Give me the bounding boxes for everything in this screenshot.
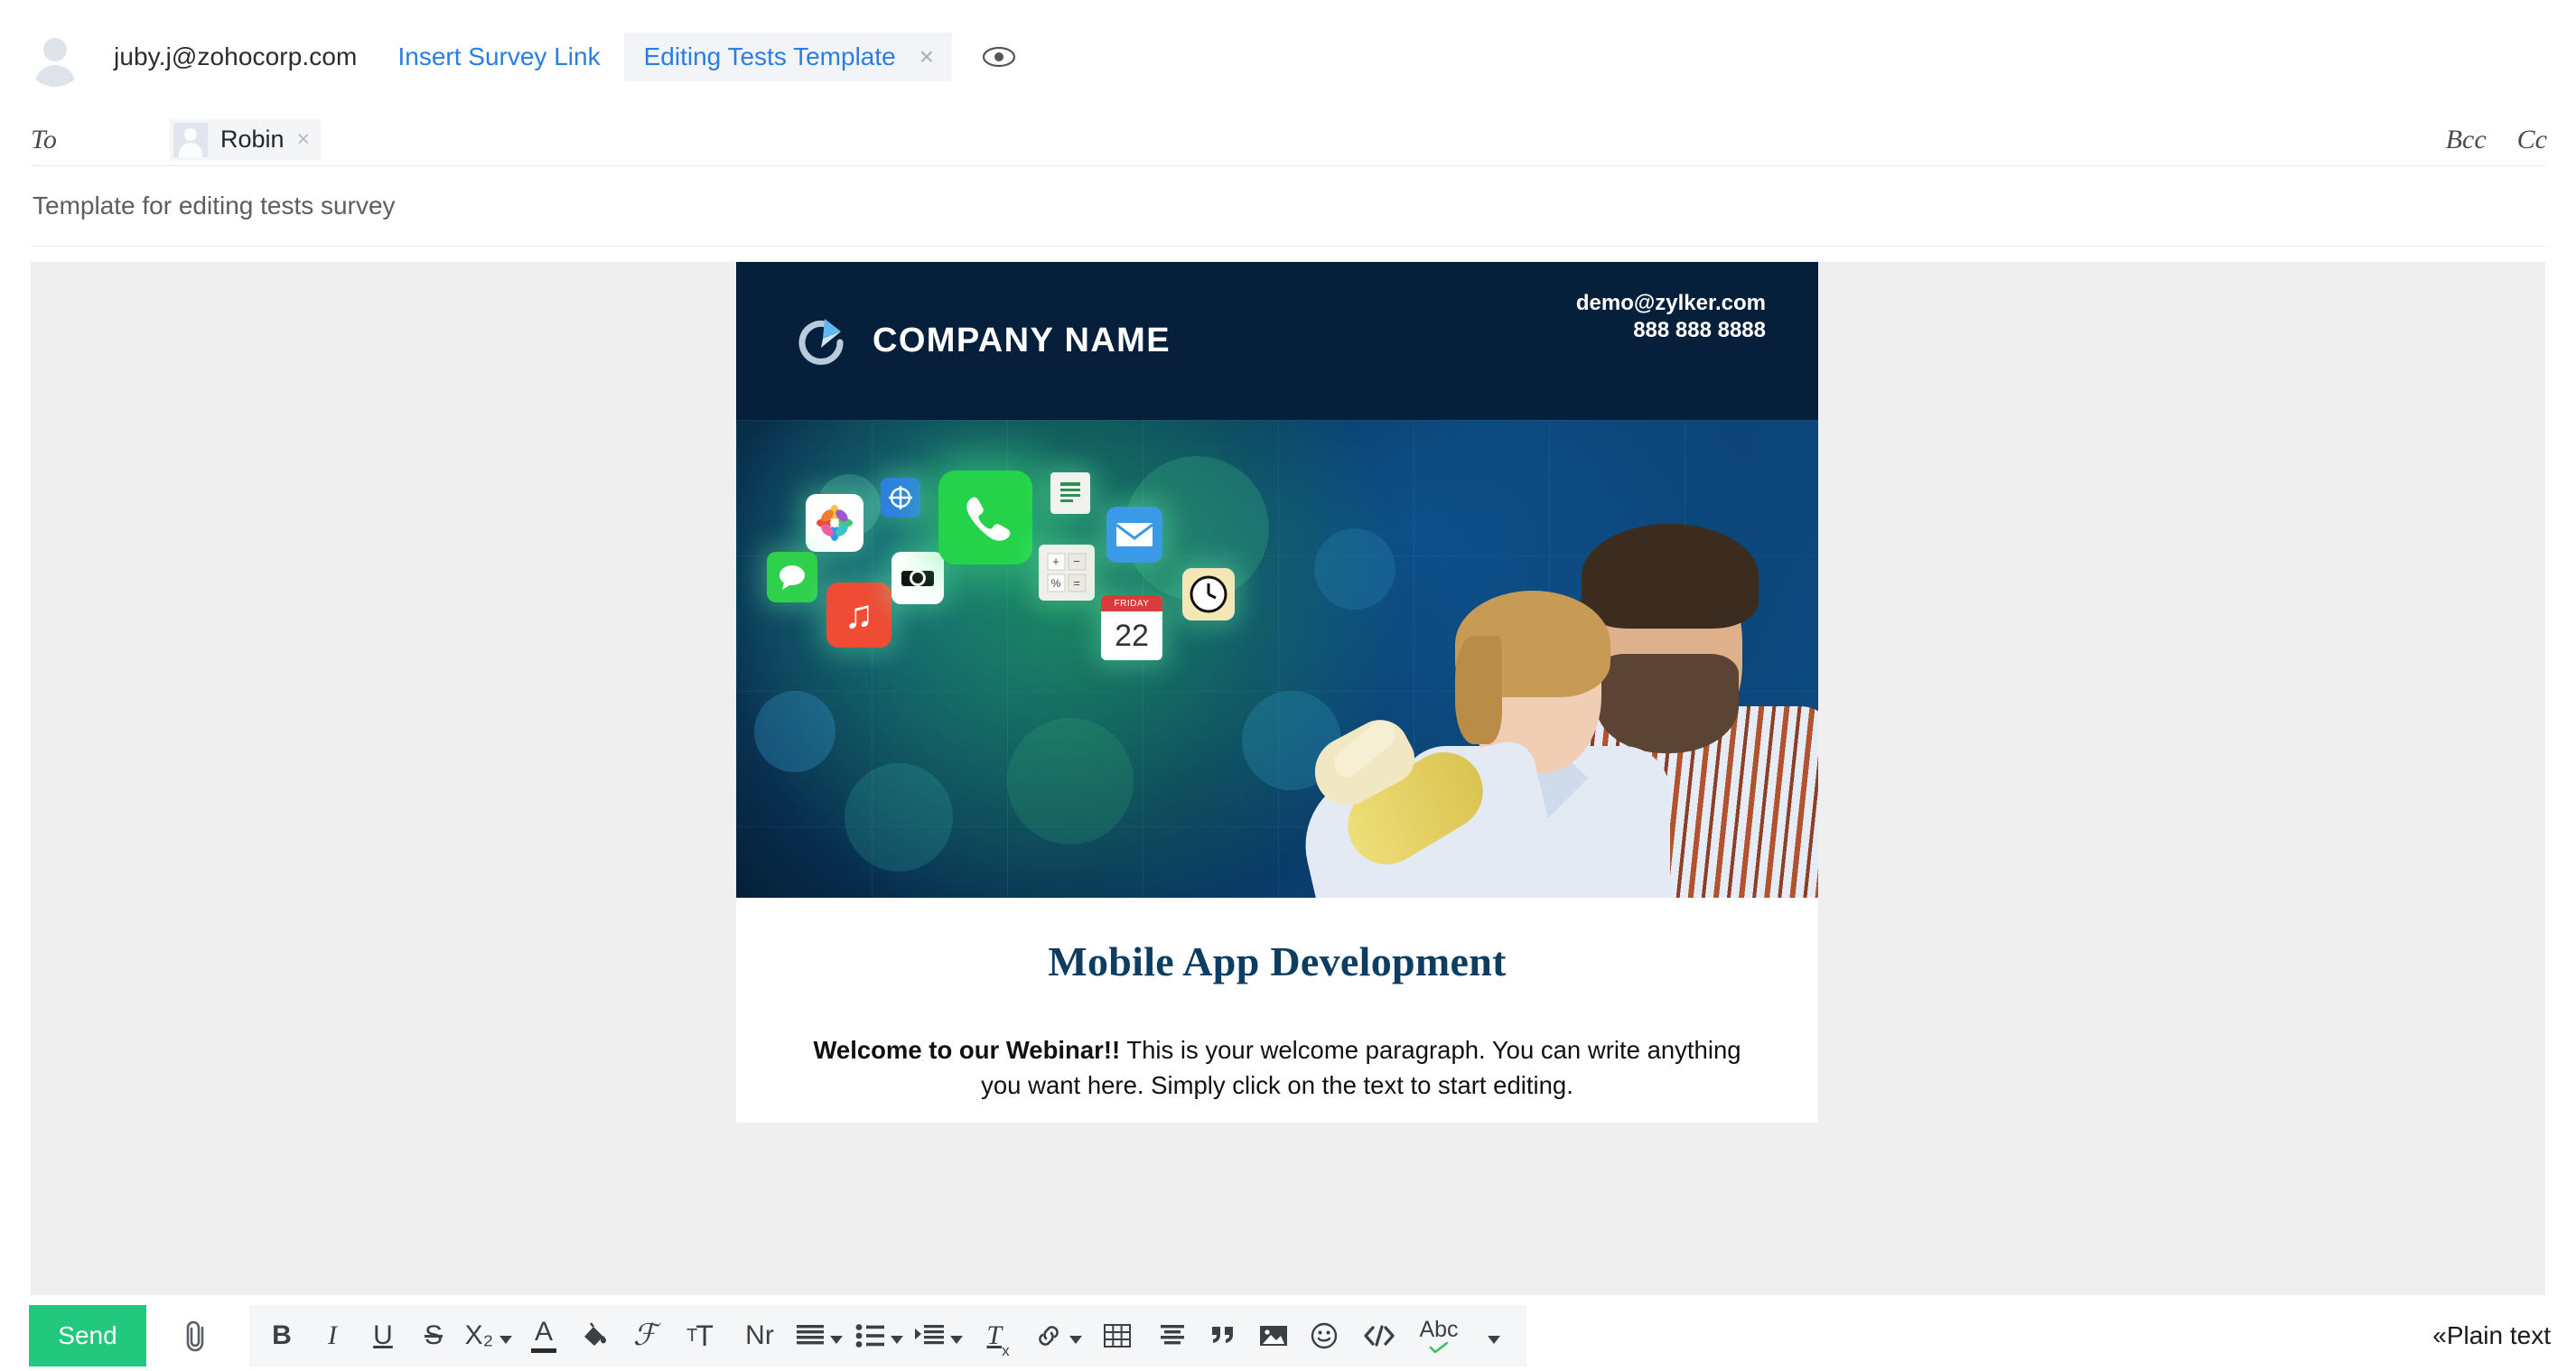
- align-justify-icon[interactable]: [789, 1305, 849, 1366]
- underline-button[interactable]: U: [358, 1305, 408, 1366]
- send-button[interactable]: Send: [29, 1305, 146, 1366]
- compose-window: juby.j@zohocorp.com Insert Survey Link E…: [0, 0, 2576, 1371]
- user-avatar-icon: [25, 27, 85, 87]
- header-phone: 888 888 8888: [1633, 318, 1766, 342]
- calendar-day-label: FRIDAY: [1101, 595, 1162, 611]
- calendar-date: 22: [1115, 618, 1149, 653]
- to-label: To: [31, 124, 57, 154]
- logo-group: COMPANY NAME: [795, 312, 1171, 371]
- table-icon[interactable]: [1087, 1305, 1147, 1366]
- phone-icon: [938, 471, 1032, 564]
- paragraph-bold-lead: Welcome to our Webinar!!: [813, 1036, 1121, 1064]
- company-circle-arrow-logo: [798, 318, 844, 365]
- music-icon: ♫: [826, 583, 891, 648]
- close-icon[interactable]: ×: [919, 44, 934, 70]
- mail-icon: [1106, 507, 1162, 563]
- subscript-button[interactable]: X₂: [459, 1305, 518, 1366]
- subject-row[interactable]: Template for editing tests survey: [0, 166, 2576, 246]
- align-center-icon[interactable]: [1147, 1305, 1198, 1366]
- from-email: juby.j@zohocorp.com: [114, 42, 358, 70]
- font-size-icon[interactable]: TT: [670, 1305, 730, 1366]
- chevron-down-icon: [949, 1335, 963, 1344]
- font-family-icon[interactable]: ℱ: [620, 1305, 670, 1366]
- formatting-toolbar: B I U S X₂ A ℱ T T Nr T x Abc: [249, 1305, 1526, 1366]
- svg-text:=: =: [1073, 576, 1080, 590]
- header-email: demo@zylker.com: [1575, 291, 1766, 315]
- template-title[interactable]: Mobile App Development: [787, 937, 1768, 985]
- camera-icon: [891, 552, 944, 604]
- template-paragraph[interactable]: Welcome to our Webinar!! This is your we…: [787, 1032, 1768, 1103]
- template-header: COMPANY NAME demo@zylker.com 888 888 888…: [736, 262, 1818, 420]
- code-icon[interactable]: [1349, 1305, 1409, 1366]
- strikethrough-button[interactable]: S: [408, 1305, 459, 1366]
- header-contact: demo@zylker.com 888 888 8888: [1576, 290, 1766, 344]
- template-tab[interactable]: Editing Tests Template ×: [623, 33, 953, 81]
- paint-bucket-icon[interactable]: [569, 1305, 620, 1366]
- bullet-list-icon[interactable]: [849, 1305, 909, 1366]
- clock-icon: [1182, 568, 1235, 620]
- eye-icon[interactable]: [979, 37, 1019, 77]
- email-template[interactable]: COMPANY NAME demo@zylker.com 888 888 888…: [736, 262, 1818, 1124]
- link-icon[interactable]: [1028, 1305, 1087, 1366]
- recipient-chip[interactable]: Robin ×: [170, 118, 322, 161]
- chevron-down-icon: [829, 1335, 843, 1344]
- spellcheck-abc-icon[interactable]: Abc: [1409, 1305, 1469, 1366]
- remove-recipient-icon[interactable]: ×: [297, 126, 311, 153]
- template-tab-label: Editing Tests Template: [643, 42, 896, 70]
- divider-subject: [31, 246, 2545, 247]
- bcc-cc-group: Bcc Cc: [2446, 125, 2547, 155]
- compose-toolbar: Send B I U S X₂ A ℱ T T Nr T x Abc «Plai…: [0, 1301, 2576, 1371]
- indent-icon[interactable]: [909, 1305, 968, 1366]
- pointing-arm: [1276, 672, 1560, 898]
- calendar-icon: FRIDAY 22: [1101, 595, 1162, 660]
- compose-topbar: juby.j@zohocorp.com Insert Survey Link E…: [0, 0, 2576, 114]
- compass-icon: [881, 478, 920, 518]
- plain-text-button[interactable]: «Plain text: [2432, 1321, 2551, 1350]
- svg-text:−: −: [1073, 555, 1080, 568]
- bold-button[interactable]: B: [257, 1305, 307, 1366]
- smiley-icon[interactable]: [1299, 1305, 1349, 1366]
- chevron-down-icon: [1488, 1335, 1500, 1344]
- bcc-button[interactable]: Bcc: [2446, 125, 2487, 155]
- notes-icon: [1050, 472, 1090, 514]
- text-color-button[interactable]: A: [518, 1305, 569, 1366]
- image-icon[interactable]: [1248, 1305, 1299, 1366]
- numbering-icon[interactable]: Nr: [730, 1305, 789, 1366]
- chevron-down-icon: [499, 1335, 513, 1344]
- svg-text:%: %: [1051, 577, 1061, 590]
- svg-text:+: +: [1052, 555, 1059, 568]
- more-options-button[interactable]: [1469, 1305, 1519, 1366]
- messages-icon: [767, 552, 817, 602]
- chevron-down-icon: [1069, 1335, 1082, 1344]
- photos-icon: [806, 494, 863, 552]
- italic-button[interactable]: I: [307, 1305, 358, 1366]
- clear-formatting-icon[interactable]: Tx: [968, 1305, 1028, 1366]
- hero-image[interactable]: ♫ + − % = FRIDAY 22: [736, 420, 1818, 898]
- chevron-down-icon: [890, 1335, 903, 1344]
- contact-avatar-icon: [173, 122, 208, 157]
- to-row[interactable]: To Robin × Bcc Cc: [0, 114, 2576, 165]
- quote-icon[interactable]: [1198, 1305, 1248, 1366]
- cc-button[interactable]: Cc: [2517, 125, 2547, 155]
- email-body-canvas[interactable]: COMPANY NAME demo@zylker.com 888 888 888…: [31, 262, 2545, 1295]
- insert-survey-link-button[interactable]: Insert Survey Link: [397, 42, 600, 71]
- calculator-icon: + − % =: [1039, 545, 1095, 601]
- company-name: COMPANY NAME: [873, 322, 1171, 359]
- recipient-name: Robin: [220, 126, 285, 153]
- template-body[interactable]: Mobile App Development Welcome to our We…: [736, 898, 1818, 1124]
- paperclip-icon[interactable]: [163, 1305, 229, 1366]
- subject-input[interactable]: Template for editing tests survey: [0, 191, 396, 220]
